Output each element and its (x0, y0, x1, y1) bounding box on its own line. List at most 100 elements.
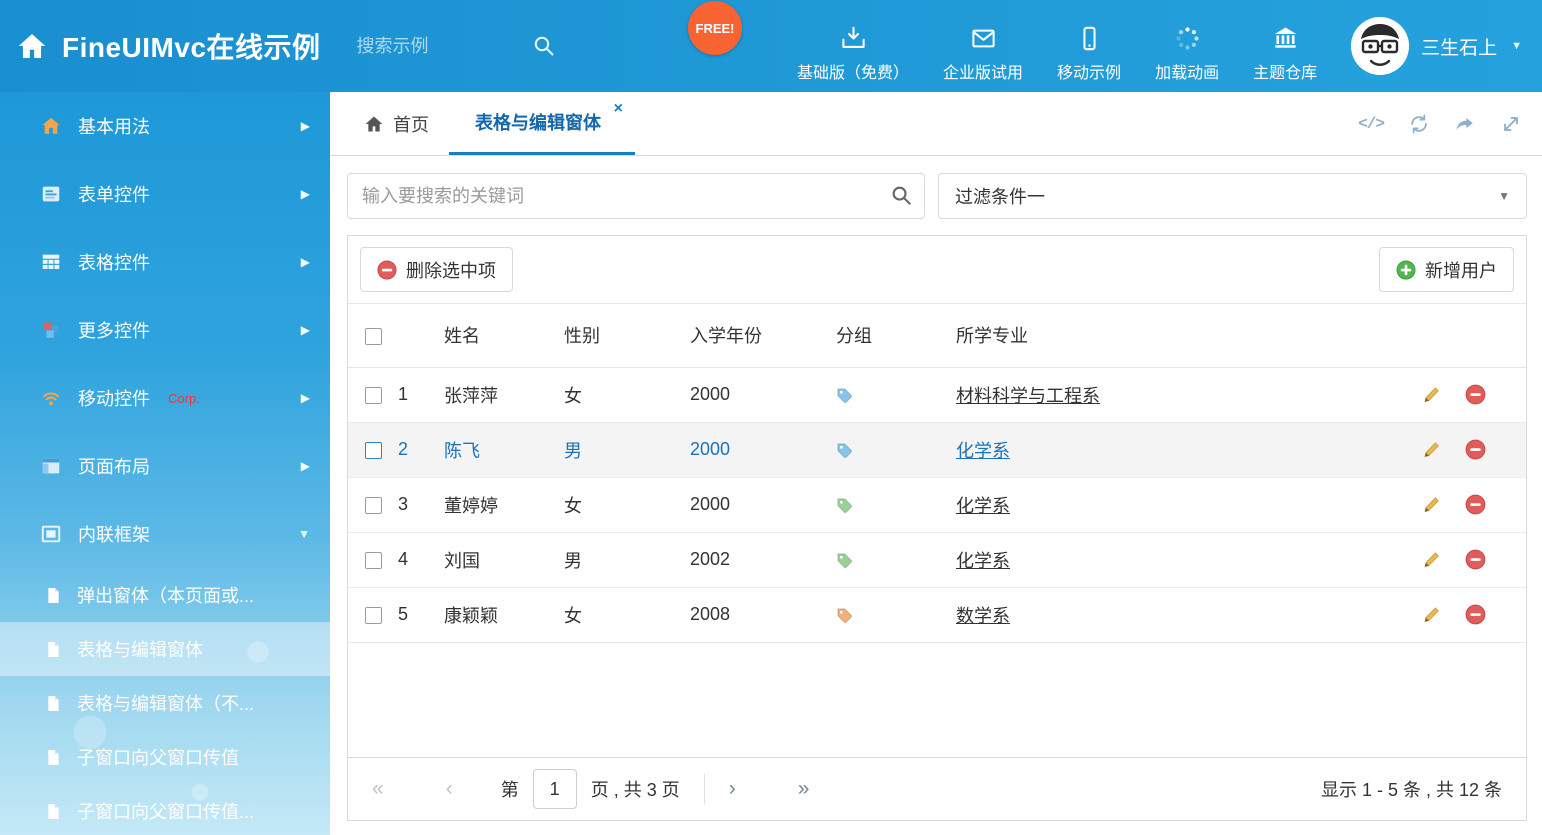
refresh-icon[interactable] (1408, 113, 1430, 135)
page-number-input[interactable] (533, 769, 577, 809)
chevron-right-icon: ▶ (301, 255, 310, 269)
user-menu[interactable]: 三生石上 ▼ (1351, 17, 1542, 75)
chevron-right-icon: ▶ (301, 323, 310, 337)
top-search-input[interactable] (357, 36, 522, 57)
cubes-icon (40, 319, 62, 341)
nav-label: 企业版试用 (943, 59, 1023, 83)
sidebar-subitem-label: 子窗口向父窗口传值... (77, 798, 254, 824)
tab-close-icon[interactable]: × (614, 101, 623, 117)
table-row[interactable]: 1张萍萍女2000材料科学与工程系 (348, 367, 1526, 422)
major-link[interactable]: 化学系 (956, 496, 1010, 516)
table-row[interactable]: 3董婷婷女2000化学系 (348, 477, 1526, 532)
major-link[interactable]: 化学系 (956, 441, 1010, 461)
sidebar-item[interactable]: 页面布局▶ (0, 432, 330, 500)
delete-icon[interactable] (1465, 439, 1486, 460)
search-icon[interactable] (532, 34, 556, 58)
col-header-year: 入学年份 (690, 304, 836, 367)
delete-icon[interactable] (1465, 604, 1486, 625)
cell-actions (1414, 532, 1526, 587)
cell-group (836, 367, 956, 422)
cell-actions (1414, 587, 1526, 642)
cell-year: 2008 (690, 587, 836, 642)
nav-spinner[interactable]: 加载动画 (1155, 25, 1219, 83)
next-page-button[interactable]: › (729, 777, 736, 801)
delete-selected-button[interactable]: 删除选中项 (360, 247, 513, 292)
row-checkbox[interactable] (365, 552, 382, 569)
sidebar-item[interactable]: 移动控件Corp.▶ (0, 364, 330, 432)
sidebar-item[interactable]: 表格控件▶ (0, 228, 330, 296)
sidebar-item[interactable]: 内联框架▼ (0, 500, 330, 568)
add-user-button[interactable]: 新增用户 (1379, 247, 1514, 292)
nav-bank[interactable]: 主题仓库 (1253, 25, 1317, 83)
open-new-window-icon[interactable] (1454, 113, 1476, 135)
delete-icon[interactable] (1465, 549, 1486, 570)
tab-grid-edit-window[interactable]: 表格与编辑窗体 × (449, 92, 635, 155)
bank-icon (1272, 25, 1299, 52)
edit-icon[interactable] (1421, 605, 1441, 625)
sidebar-subitem[interactable]: 表格与编辑窗体（不... (0, 676, 330, 730)
table-row[interactable]: 5康颖颖女2008数学系 (348, 587, 1526, 642)
major-link[interactable]: 数学系 (956, 606, 1010, 626)
brand[interactable]: FineUIMvc在线示例 (0, 26, 321, 66)
file-icon (44, 694, 63, 713)
search-icon[interactable] (890, 184, 913, 207)
tab-home-label: 首页 (393, 111, 429, 137)
sidebar-item[interactable]: 基本用法▶ (0, 92, 330, 160)
sidebar-menu: 基本用法▶表单控件▶表格控件▶更多控件▶移动控件Corp.▶页面布局▶内联框架▼… (0, 92, 330, 835)
row-checkbox[interactable] (365, 387, 382, 404)
app-title: FineUIMvc在线示例 (62, 26, 321, 66)
maximize-icon[interactable] (1500, 113, 1522, 135)
sidebar-item-label: 移动控件 (78, 385, 150, 411)
sidebar-item[interactable]: 表单控件▶ (0, 160, 330, 228)
sidebar-subitem[interactable]: 子窗口向父窗口传值 (0, 730, 330, 784)
row-checkbox[interactable] (365, 442, 382, 459)
edit-icon[interactable] (1421, 550, 1441, 570)
first-page-button[interactable]: « (372, 777, 384, 801)
select-all-checkbox[interactable] (365, 328, 382, 345)
cell-gender: 男 (564, 532, 690, 587)
col-header-group: 分组 (836, 304, 956, 367)
table-icon (40, 251, 62, 273)
table-row[interactable]: 4刘国男2002化学系 (348, 532, 1526, 587)
sidebar-item[interactable]: 更多控件 ▶ (0, 296, 330, 364)
grid-toolbar: 删除选中项 新增用户 (348, 236, 1526, 304)
row-checkbox[interactable] (365, 607, 382, 624)
row-number: 5 (398, 587, 444, 642)
major-link[interactable]: 材料科学与工程系 (956, 386, 1100, 406)
row-number: 4 (398, 532, 444, 587)
tab-home[interactable]: 首页 (344, 92, 449, 155)
major-link[interactable]: 化学系 (956, 551, 1010, 571)
keyword-search (347, 173, 925, 219)
sidebar-subitem[interactable]: 弹出窗体（本页面或... (0, 568, 330, 622)
chevron-down-icon: ▼ (1498, 189, 1510, 203)
chevron-down-icon: ▼ (298, 527, 310, 541)
filter-dropdown[interactable]: 过滤条件一 ▼ (938, 173, 1527, 219)
table-row[interactable]: 2陈飞男2000化学系 (348, 422, 1526, 477)
nav-download[interactable]: 基础版（免费） (797, 25, 909, 83)
sidebar-item-label: 基本用法 (78, 113, 150, 139)
nav-label: 加载动画 (1155, 59, 1219, 83)
file-icon (44, 586, 63, 605)
edit-icon[interactable] (1421, 440, 1441, 460)
nav-envelope[interactable]: 企业版试用 (943, 25, 1023, 83)
edit-icon[interactable] (1421, 495, 1441, 515)
view-source-icon[interactable]: </> (1358, 115, 1384, 133)
sidebar-subitem[interactable]: 子窗口向父窗口传值... (0, 784, 330, 835)
cell-actions (1414, 422, 1526, 477)
last-page-button[interactable]: » (798, 777, 810, 801)
row-number: 1 (398, 367, 444, 422)
nav-mobile[interactable]: 移动示例 (1057, 25, 1121, 83)
edit-icon[interactable] (1421, 385, 1441, 405)
sidebar-item-label: 更多控件 (78, 317, 150, 343)
top-search (357, 34, 556, 58)
prev-page-button[interactable]: ‹ (446, 777, 453, 801)
chevron-right-icon: ▶ (301, 459, 310, 473)
keyword-search-input[interactable] (347, 173, 925, 219)
cell-gender: 女 (564, 367, 690, 422)
row-checkbox[interactable] (365, 497, 382, 514)
delete-icon[interactable] (1465, 494, 1486, 515)
sidebar-subitem[interactable]: 表格与编辑窗体 (0, 622, 330, 676)
add-user-label: 新增用户 (1425, 257, 1497, 283)
delete-icon[interactable] (1465, 384, 1486, 405)
pagination-bar: « ‹ 第 页 , 共 3 页 › » 显示 1 - 5 条 , 共 12 条 (348, 757, 1526, 820)
